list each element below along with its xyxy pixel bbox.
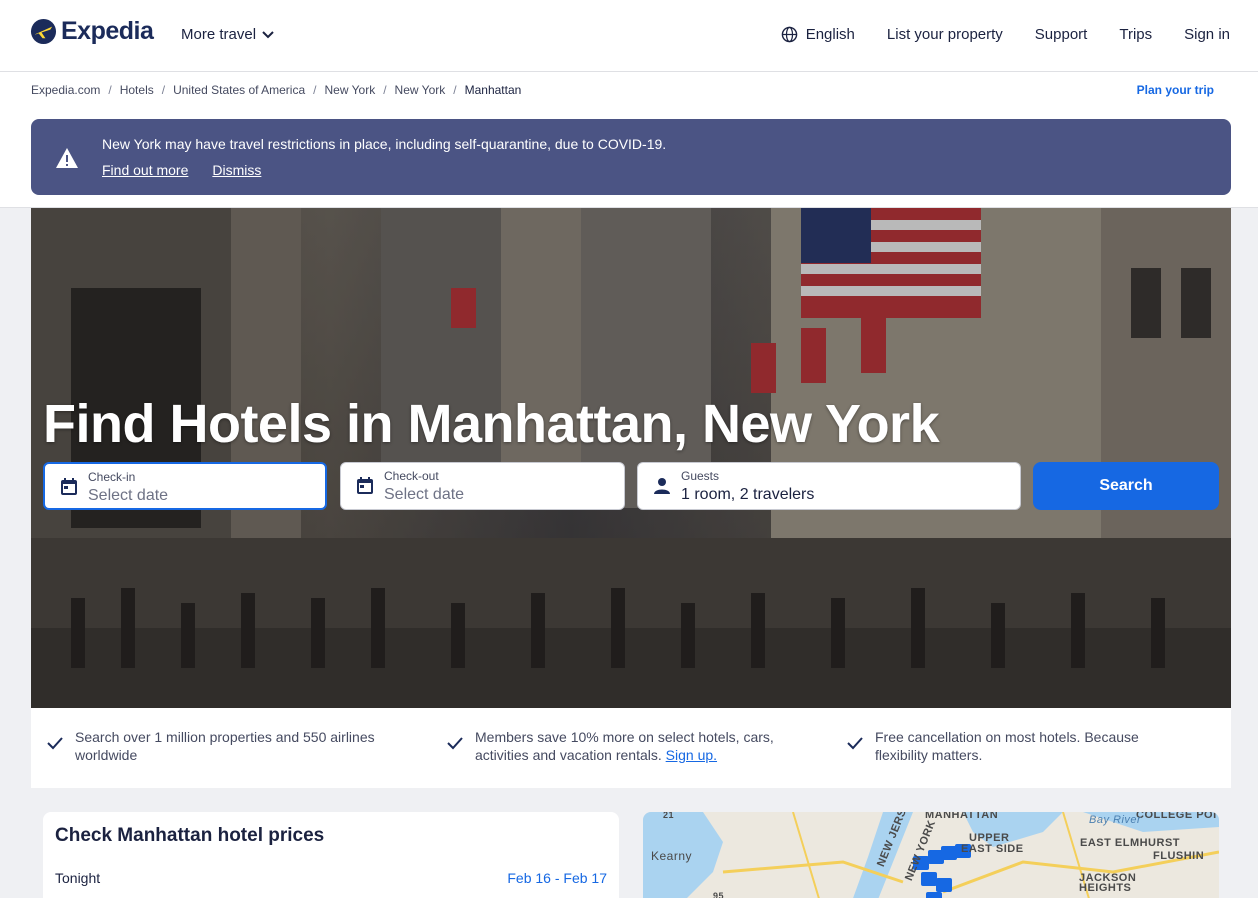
breadcrumb-expedia[interactable]: Expedia.com <box>31 83 100 97</box>
price-row-tonight[interactable]: Tonight Feb 16 - Feb 17 <box>55 870 607 886</box>
list-property-link[interactable]: List your property <box>887 26 1003 43</box>
breadcrumb-separator: / <box>108 83 112 97</box>
calendar-icon <box>61 478 77 495</box>
checkmark-icon <box>447 737 463 750</box>
breadcrumb: Expedia.com / Hotels / United States of … <box>31 83 521 97</box>
sign-in-link[interactable]: Sign in <box>1184 26 1230 43</box>
map-label: FLUSHIN <box>1153 850 1205 862</box>
guests-field[interactable]: Guests 1 room, 2 travelers <box>637 462 1021 510</box>
map-label: HEIGHTS <box>1079 882 1132 894</box>
guests-value: 1 room, 2 travelers <box>681 486 815 503</box>
logo-text: Expedia <box>61 17 154 45</box>
breadcrumb-separator: / <box>161 83 166 97</box>
map-label: EAST ELMHURST <box>1080 837 1180 849</box>
hero-section: Find Hotels in Manhattan, New York Check… <box>31 208 1231 708</box>
map-label: MANHATTAN <box>925 812 999 821</box>
hotel-prices-card: Check Manhattan hotel prices Tonight Feb… <box>43 812 619 898</box>
breadcrumb-separator: / <box>383 83 387 97</box>
prices-title: Check Manhattan hotel prices <box>55 825 325 846</box>
price-row-dates: Feb 16 - Feb 17 <box>507 870 607 886</box>
checkmark-icon <box>847 737 863 750</box>
benefit-item: Free cancellation on most hotels. Becaus… <box>845 728 1185 764</box>
chevron-down-icon <box>262 30 274 38</box>
plane-logo-icon <box>30 18 57 45</box>
check-out-field[interactable]: Check-out Select date <box>340 462 625 510</box>
covid-alert-banner: New York may have travel restrictions in… <box>31 119 1231 195</box>
breadcrumb-separator: / <box>313 83 317 97</box>
check-in-label: Check-in <box>88 470 136 484</box>
plan-your-trip-link[interactable]: Plan your trip <box>1137 83 1214 97</box>
check-in-field[interactable]: Check-in Select date <box>43 462 327 510</box>
benefit-members-text: Members save 10% more on select hotels, … <box>475 729 774 763</box>
person-icon <box>654 478 670 494</box>
guests-label: Guests <box>681 469 720 483</box>
benefit-text: Free cancellation on most hotels. Becaus… <box>875 729 1139 763</box>
breadcrumb-hotels[interactable]: Hotels <box>120 83 154 97</box>
more-travel-label: More travel <box>181 26 257 43</box>
top-header: Expedia More travel English List your pr… <box>0 0 1258 72</box>
benefits-bar: Search over 1 million properties and 550… <box>31 708 1231 788</box>
check-out-label: Check-out <box>384 469 439 483</box>
breadcrumb-new-york-state[interactable]: New York <box>325 83 376 97</box>
trips-link[interactable]: Trips <box>1119 26 1152 43</box>
header-nav: English List your property Support Trips… <box>781 26 1230 43</box>
language-label: English <box>805 26 855 43</box>
more-travel-menu[interactable]: More travel <box>181 26 274 43</box>
benefit-text: Search over 1 million properties and 550… <box>75 729 375 763</box>
find-out-more-link[interactable]: Find out more <box>102 162 188 178</box>
map-label: 21 <box>663 812 675 820</box>
breadcrumb-new-york-city[interactable]: New York <box>395 83 446 97</box>
map-label: Kearny <box>651 849 693 863</box>
breadcrumb-separator: / <box>453 83 457 97</box>
alert-actions: Find out more Dismiss <box>102 162 261 178</box>
page-title: Find Hotels in Manhattan, New York <box>43 394 940 454</box>
alert-message: New York may have travel restrictions in… <box>102 136 667 152</box>
area-map[interactable]: MANHATTAN COLLEGE POI UPPER EAST SIDE EA… <box>643 812 1219 898</box>
breadcrumb-manhattan: Manhattan <box>464 83 522 97</box>
language-selector[interactable]: English <box>781 26 855 43</box>
benefit-text: Members save 10% more on select hotels, … <box>475 728 775 764</box>
benefit-item: Members save 10% more on select hotels, … <box>445 728 775 764</box>
hero-city-photo <box>31 208 1231 708</box>
support-link[interactable]: Support <box>1035 26 1088 43</box>
price-row-label: Tonight <box>55 870 101 886</box>
benefit-item: Search over 1 million properties and 550… <box>45 728 385 764</box>
map-label: COLLEGE POI <box>1136 812 1217 821</box>
map-label: EAST SIDE <box>961 843 1024 855</box>
globe-icon <box>781 26 797 43</box>
check-in-value: Select date <box>88 487 169 504</box>
warning-icon <box>56 148 78 168</box>
check-out-value: Select date <box>384 486 465 503</box>
expedia-logo[interactable]: Expedia <box>30 17 154 46</box>
checkmark-icon <box>47 737 63 750</box>
breadcrumb-usa[interactable]: United States of America <box>173 83 305 97</box>
dismiss-link[interactable]: Dismiss <box>212 162 261 178</box>
sign-up-link[interactable]: Sign up. <box>666 747 717 763</box>
calendar-icon <box>357 477 373 494</box>
map-label: Bay River <box>1089 814 1142 826</box>
breadcrumb-area: Expedia.com / Hotels / United States of … <box>0 72 1258 208</box>
map-label: 95 <box>713 891 725 898</box>
search-button[interactable]: Search <box>1033 462 1219 510</box>
